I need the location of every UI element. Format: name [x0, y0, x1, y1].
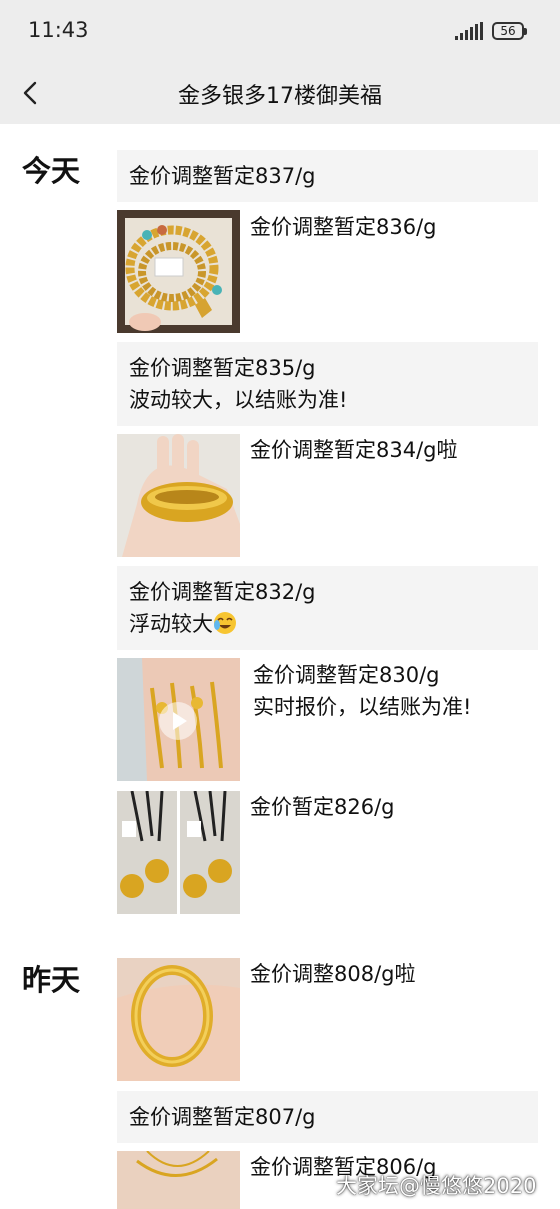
nav-bar: 金多银多17楼御美福: [0, 62, 560, 124]
text-post[interactable]: 金价调整暂定837/g: [117, 150, 538, 202]
gold-coin-pendants-collage[interactable]: [117, 791, 240, 914]
post-text-line: 浮动较大: [129, 608, 526, 640]
post-text-line: 金价调整暂定834/g啦: [250, 438, 458, 462]
battery-icon: 56: [492, 22, 527, 40]
post-text-line: 金价调整暂定807/g: [129, 1105, 316, 1129]
post-text-line: 金价调整暂定832/g: [129, 580, 316, 604]
gold-bangle-on-hand-photo[interactable]: [117, 434, 240, 557]
text-post[interactable]: 金价调整暂定835/g 波动较大，以结账为准!: [117, 342, 538, 426]
post-text-line: 金价调整暂定836/g: [250, 215, 437, 239]
post-text-line: 实时报价，以结账为准!: [253, 695, 472, 719]
post-text-line: 金价调整暂定835/g: [129, 356, 316, 380]
post-caption: 金价调整暂定834/g啦: [250, 434, 458, 466]
status-time: 11:43: [28, 18, 89, 42]
signal-icon: [455, 22, 489, 40]
text-post[interactable]: 金价调整暂定807/g: [117, 1091, 538, 1143]
day-label-yesterday: 昨天: [22, 963, 81, 997]
post-text-span: 浮动较大: [129, 612, 213, 636]
post-text-line: 金价调整808/g啦: [250, 962, 416, 986]
post-text-line: 金价调整暂定830/g: [253, 663, 440, 687]
watermark: 大家坛@慢悠悠2020: [336, 1174, 537, 1198]
post-text-line: 金价暂定826/g: [250, 795, 395, 819]
gold-bangle-on-wrist-photo[interactable]: [117, 958, 240, 1081]
page-title: 金多银多17楼御美福: [178, 84, 382, 109]
gold-chain-photo[interactable]: [117, 1151, 240, 1209]
post-text-line: 金价调整暂定837/g: [129, 164, 316, 188]
text-post[interactable]: 金价调整暂定832/g 浮动较大: [117, 566, 538, 650]
gold-bracelets-video[interactable]: [117, 658, 240, 781]
post-caption: 金价调整暂定836/g: [250, 211, 437, 243]
post-text-line: 波动较大，以结账为准!: [129, 388, 348, 412]
day-label-today: 今天: [22, 154, 81, 188]
crying-laughing-emoji: [213, 611, 237, 635]
post-caption: 金价暂定826/g: [250, 791, 395, 823]
status-bar: 11:43 56: [0, 0, 560, 62]
post-caption: 金价调整暂定830/g 实时报价，以结账为准!: [253, 659, 471, 723]
post-caption: 金价调整808/g啦: [250, 958, 416, 990]
gold-bead-bracelet-photo[interactable]: [117, 210, 240, 333]
